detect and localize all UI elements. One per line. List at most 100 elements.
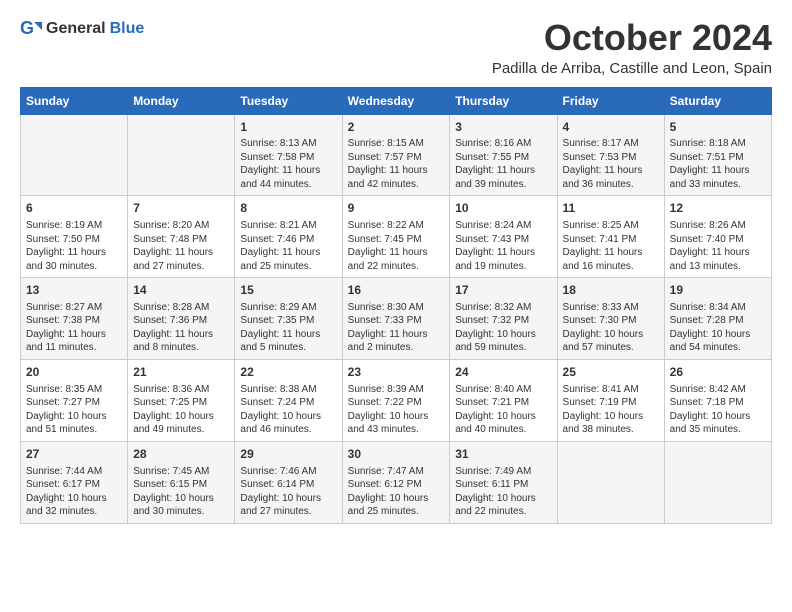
svg-text:G: G bbox=[20, 18, 34, 38]
calendar-cell: 9 Sunrise: 8:22 AM Sunset: 7:45 PM Daylig… bbox=[342, 196, 450, 278]
day-number: 8 bbox=[240, 200, 336, 217]
calendar-cell: 22 Sunrise: 8:38 AM Sunset: 7:24 PM Dayli… bbox=[235, 359, 342, 441]
day-info: Sunrise: 8:34 AM Sunset: 7:28 PM Dayligh… bbox=[670, 301, 766, 355]
calendar-cell: 24 Sunrise: 8:40 AM Sunset: 7:21 PM Dayli… bbox=[450, 359, 557, 441]
logo-area: G General Blue bbox=[20, 18, 144, 40]
day-info: Sunrise: 8:36 AM Sunset: 7:25 PM Dayligh… bbox=[133, 383, 229, 437]
day-info: Sunrise: 8:18 AM Sunset: 7:51 PM Dayligh… bbox=[670, 137, 766, 191]
day-number: 5 bbox=[670, 119, 766, 136]
day-number: 16 bbox=[348, 282, 445, 299]
day-info: Sunrise: 8:26 AM Sunset: 7:40 PM Dayligh… bbox=[670, 219, 766, 273]
day-number: 12 bbox=[670, 200, 766, 217]
subtitle: Padilla de Arriba, Castille and Leon, Sp… bbox=[492, 60, 772, 77]
day-info: Sunrise: 8:30 AM Sunset: 7:33 PM Dayligh… bbox=[348, 301, 445, 355]
day-number: 26 bbox=[670, 364, 766, 381]
header: G General Blue October 2024 Padilla de A… bbox=[20, 18, 772, 77]
calendar-week-row: 1Sunrise: 8:13 AM Sunset: 7:58 PM Daylig… bbox=[21, 114, 772, 196]
calendar-header: SundayMondayTuesdayWednesdayThursdayFrid… bbox=[21, 87, 772, 114]
month-title: October 2024 bbox=[492, 18, 772, 58]
calendar-cell: 5Sunrise: 8:18 AM Sunset: 7:51 PM Daylig… bbox=[664, 114, 771, 196]
title-area: October 2024 Padilla de Arriba, Castille… bbox=[492, 18, 772, 77]
day-info: Sunrise: 8:15 AM Sunset: 7:57 PM Dayligh… bbox=[348, 137, 445, 191]
calendar-cell: 26Sunrise: 8:42 AM Sunset: 7:18 PM Dayli… bbox=[664, 359, 771, 441]
day-number: 22 bbox=[240, 364, 336, 381]
day-number: 11 bbox=[563, 200, 659, 217]
day-number: 7 bbox=[133, 200, 229, 217]
day-info: Sunrise: 7:47 AM Sunset: 6:12 PM Dayligh… bbox=[348, 465, 445, 519]
day-info: Sunrise: 7:44 AM Sunset: 6:17 PM Dayligh… bbox=[26, 465, 122, 519]
day-info: Sunrise: 8:40 AM Sunset: 7:21 PM Dayligh… bbox=[455, 383, 551, 437]
calendar-cell: 29 Sunrise: 7:46 AM Sunset: 6:14 PM Dayli… bbox=[235, 441, 342, 523]
day-info: Sunrise: 8:39 AM Sunset: 7:22 PM Dayligh… bbox=[348, 383, 445, 437]
day-number: 25 bbox=[563, 364, 659, 381]
day-info: Sunrise: 7:49 AM Sunset: 6:11 PM Dayligh… bbox=[455, 465, 551, 519]
calendar-day-header: Thursday bbox=[450, 87, 557, 114]
calendar-cell: 6Sunrise: 8:19 AM Sunset: 7:50 PM Daylig… bbox=[21, 196, 128, 278]
day-number: 14 bbox=[133, 282, 229, 299]
day-number: 27 bbox=[26, 446, 122, 463]
calendar-cell: 8 Sunrise: 8:21 AM Sunset: 7:46 PM Daylig… bbox=[235, 196, 342, 278]
day-info: Sunrise: 8:22 AM Sunset: 7:45 PM Dayligh… bbox=[348, 219, 445, 273]
calendar-week-row: 6Sunrise: 8:19 AM Sunset: 7:50 PM Daylig… bbox=[21, 196, 772, 278]
calendar-header-row: SundayMondayTuesdayWednesdayThursdayFrid… bbox=[21, 87, 772, 114]
calendar-day-header: Saturday bbox=[664, 87, 771, 114]
calendar-cell: 21 Sunrise: 8:36 AM Sunset: 7:25 PM Dayli… bbox=[128, 359, 235, 441]
calendar-cell: 4Sunrise: 8:17 AM Sunset: 7:53 PM Daylig… bbox=[557, 114, 664, 196]
day-info: Sunrise: 7:46 AM Sunset: 6:14 PM Dayligh… bbox=[240, 465, 336, 519]
day-number: 29 bbox=[240, 446, 336, 463]
day-number: 24 bbox=[455, 364, 551, 381]
day-number: 19 bbox=[670, 282, 766, 299]
day-info: Sunrise: 8:17 AM Sunset: 7:53 PM Dayligh… bbox=[563, 137, 659, 191]
calendar-week-row: 13Sunrise: 8:27 AM Sunset: 7:38 PM Dayli… bbox=[21, 278, 772, 360]
calendar-cell: 25Sunrise: 8:41 AM Sunset: 7:19 PM Dayli… bbox=[557, 359, 664, 441]
calendar-cell: 15 Sunrise: 8:29 AM Sunset: 7:35 PM Dayli… bbox=[235, 278, 342, 360]
calendar-cell: 17 Sunrise: 8:32 AM Sunset: 7:32 PM Dayli… bbox=[450, 278, 557, 360]
calendar-day-header: Tuesday bbox=[235, 87, 342, 114]
calendar-body: 1Sunrise: 8:13 AM Sunset: 7:58 PM Daylig… bbox=[21, 114, 772, 523]
calendar-cell: 1Sunrise: 8:13 AM Sunset: 7:58 PM Daylig… bbox=[235, 114, 342, 196]
day-info: Sunrise: 8:16 AM Sunset: 7:55 PM Dayligh… bbox=[455, 137, 551, 191]
calendar-cell: 11 Sunrise: 8:25 AM Sunset: 7:41 PM Dayli… bbox=[557, 196, 664, 278]
calendar-cell: 3Sunrise: 8:16 AM Sunset: 7:55 PM Daylig… bbox=[450, 114, 557, 196]
day-info: Sunrise: 8:13 AM Sunset: 7:58 PM Dayligh… bbox=[240, 137, 336, 191]
day-info: Sunrise: 8:24 AM Sunset: 7:43 PM Dayligh… bbox=[455, 219, 551, 273]
calendar-day-header: Friday bbox=[557, 87, 664, 114]
calendar-day-header: Sunday bbox=[21, 87, 128, 114]
day-number: 9 bbox=[348, 200, 445, 217]
day-number: 10 bbox=[455, 200, 551, 217]
day-info: Sunrise: 8:38 AM Sunset: 7:24 PM Dayligh… bbox=[240, 383, 336, 437]
calendar-cell: 30 Sunrise: 7:47 AM Sunset: 6:12 PM Dayli… bbox=[342, 441, 450, 523]
calendar-cell: 13Sunrise: 8:27 AM Sunset: 7:38 PM Dayli… bbox=[21, 278, 128, 360]
calendar-week-row: 20Sunrise: 8:35 AM Sunset: 7:27 PM Dayli… bbox=[21, 359, 772, 441]
day-info: Sunrise: 8:25 AM Sunset: 7:41 PM Dayligh… bbox=[563, 219, 659, 273]
calendar-day-header: Wednesday bbox=[342, 87, 450, 114]
day-number: 21 bbox=[133, 364, 229, 381]
day-info: Sunrise: 8:21 AM Sunset: 7:46 PM Dayligh… bbox=[240, 219, 336, 273]
day-number: 15 bbox=[240, 282, 336, 299]
day-info: Sunrise: 8:29 AM Sunset: 7:35 PM Dayligh… bbox=[240, 301, 336, 355]
calendar-cell: 7 Sunrise: 8:20 AM Sunset: 7:48 PM Daylig… bbox=[128, 196, 235, 278]
day-info: Sunrise: 8:32 AM Sunset: 7:32 PM Dayligh… bbox=[455, 301, 551, 355]
day-number: 1 bbox=[240, 119, 336, 136]
calendar-cell: 10 Sunrise: 8:24 AM Sunset: 7:43 PM Dayli… bbox=[450, 196, 557, 278]
calendar-cell: 28Sunrise: 7:45 AM Sunset: 6:15 PM Dayli… bbox=[128, 441, 235, 523]
day-info: Sunrise: 8:33 AM Sunset: 7:30 PM Dayligh… bbox=[563, 301, 659, 355]
calendar-cell: 12 Sunrise: 8:26 AM Sunset: 7:40 PM Dayli… bbox=[664, 196, 771, 278]
calendar-cell: 23 Sunrise: 8:39 AM Sunset: 7:22 PM Dayli… bbox=[342, 359, 450, 441]
day-number: 23 bbox=[348, 364, 445, 381]
day-info: Sunrise: 8:35 AM Sunset: 7:27 PM Dayligh… bbox=[26, 383, 122, 437]
day-info: Sunrise: 8:27 AM Sunset: 7:38 PM Dayligh… bbox=[26, 301, 122, 355]
calendar-day-header: Monday bbox=[128, 87, 235, 114]
calendar-cell: 14Sunrise: 8:28 AM Sunset: 7:36 PM Dayli… bbox=[128, 278, 235, 360]
calendar-cell: 20Sunrise: 8:35 AM Sunset: 7:27 PM Dayli… bbox=[21, 359, 128, 441]
day-info: Sunrise: 8:20 AM Sunset: 7:48 PM Dayligh… bbox=[133, 219, 229, 273]
day-number: 30 bbox=[348, 446, 445, 463]
calendar-table: SundayMondayTuesdayWednesdayThursdayFrid… bbox=[20, 87, 772, 524]
day-info: Sunrise: 8:19 AM Sunset: 7:50 PM Dayligh… bbox=[26, 219, 122, 273]
calendar-week-row: 27 Sunrise: 7:44 AM Sunset: 6:17 PM Dayli… bbox=[21, 441, 772, 523]
calendar-cell: 18 Sunrise: 8:33 AM Sunset: 7:30 PM Dayli… bbox=[557, 278, 664, 360]
day-number: 17 bbox=[455, 282, 551, 299]
day-number: 18 bbox=[563, 282, 659, 299]
logo-icon: G bbox=[20, 18, 42, 40]
calendar-cell: 16 Sunrise: 8:30 AM Sunset: 7:33 PM Dayli… bbox=[342, 278, 450, 360]
